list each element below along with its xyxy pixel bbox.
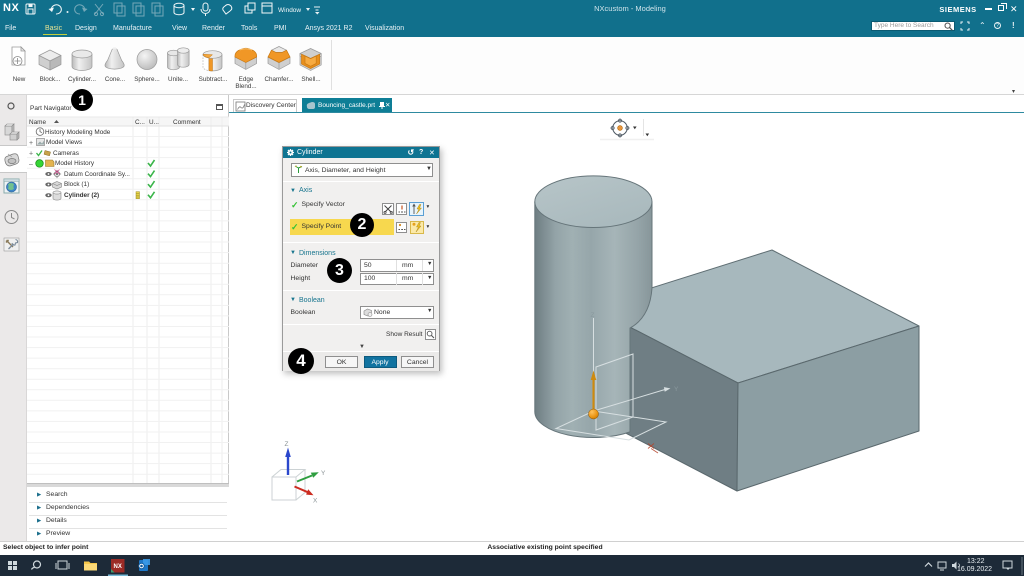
svg-text:X: X bbox=[313, 498, 318, 505]
svg-text:Y: Y bbox=[674, 386, 679, 393]
svg-text:Y: Y bbox=[321, 470, 326, 477]
svg-text:Z: Z bbox=[285, 441, 289, 448]
svg-text:Z: Z bbox=[591, 312, 595, 319]
svg-text:NX: NX bbox=[114, 564, 122, 570]
svg-text:Window: Window bbox=[278, 7, 301, 14]
